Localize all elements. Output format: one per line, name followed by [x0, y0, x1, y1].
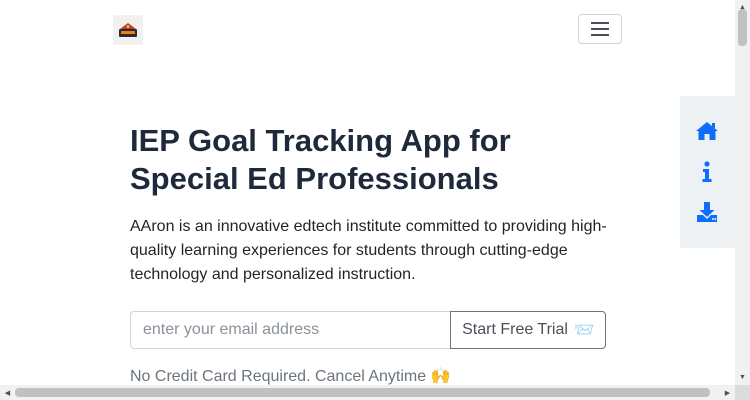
hero-description: AAron is an innovative edtech institute …: [130, 218, 607, 283]
navbar: [0, 0, 735, 60]
hamburger-menu-icon: [591, 22, 609, 36]
logo-icon: [119, 23, 137, 37]
scroll-left-arrow-icon[interactable]: ◀: [0, 385, 15, 400]
home-button[interactable]: [694, 118, 720, 144]
download-button[interactable]: [694, 199, 720, 225]
vertical-scroll-thumb[interactable]: [738, 9, 747, 46]
cta-label: Start Free Trial: [462, 321, 568, 338]
navbar-toggle-button[interactable]: [578, 14, 622, 44]
signup-form: Start Free Trial 📨: [130, 311, 606, 349]
envelope-emoji-icon: 📨: [573, 322, 594, 339]
start-free-trial-button[interactable]: Start Free Trial 📨: [450, 311, 606, 349]
info-button[interactable]: [694, 159, 720, 185]
horizontal-scrollbar[interactable]: ◀ ▶: [0, 385, 735, 400]
page: IEP Goal Tracking App for Special Ed Pro…: [0, 0, 735, 385]
email-input[interactable]: [130, 311, 450, 349]
floating-side-panel: [680, 96, 735, 248]
info-icon: [702, 161, 712, 182]
vertical-scrollbar[interactable]: ▲ ▼: [735, 0, 750, 385]
site-logo[interactable]: [113, 15, 143, 45]
scrollbar-corner: [735, 385, 750, 400]
home-icon: [696, 122, 718, 140]
no-credit-card-note: No Credit Card Required. Cancel Anytime …: [130, 368, 451, 385]
scroll-down-arrow-icon[interactable]: ▼: [735, 370, 750, 385]
hero-title: IEP Goal Tracking App for Special Ed Pro…: [130, 123, 511, 196]
download-icon: [697, 202, 717, 222]
horizontal-scroll-thumb[interactable]: [15, 388, 710, 397]
scroll-right-arrow-icon[interactable]: ▶: [720, 385, 735, 400]
